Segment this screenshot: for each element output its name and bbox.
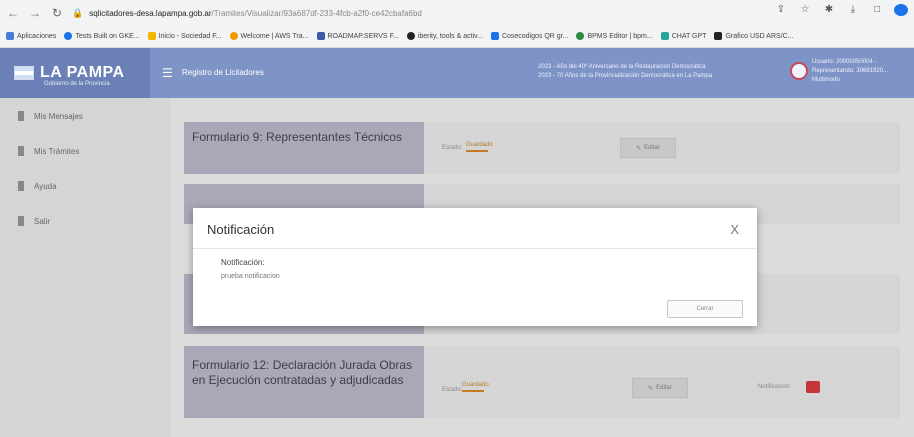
bookmark-icon <box>490 32 499 40</box>
close-icon[interactable]: X <box>730 222 739 237</box>
flag-icon <box>14 66 34 80</box>
form-title: Formulario 9: Representantes Técnicos <box>192 130 402 144</box>
logo[interactable]: LA PAMPA Gobierno de la Provincia <box>0 48 150 98</box>
bookmark-icon <box>406 32 415 40</box>
notification-icon[interactable] <box>806 381 820 393</box>
bookmark-item[interactable]: Tests Built on GKE... <box>64 32 140 40</box>
bookmarks-bar: Aplicaciones Tests Built on GKE... Inici… <box>0 26 914 46</box>
form-card: Formulario 12: Declaración Jurada Obras … <box>184 346 900 418</box>
bookmark-item[interactable]: Inicio - Sociedad F... <box>147 32 222 40</box>
anniversary-text: 2023 - Año del 40º Aniversario de la Res… <box>538 64 713 79</box>
bookmark-item[interactable]: Grafico USD ARS/C... <box>714 32 794 40</box>
modal-title: Notificación <box>207 222 275 237</box>
logo-text: LA PAMPA <box>40 64 125 81</box>
bookmark-apps[interactable]: Aplicaciones <box>6 32 56 40</box>
bookmark-item[interactable]: CHAT GPT <box>660 32 706 40</box>
bookmark-icon <box>147 32 156 40</box>
download-icon[interactable]: ⤓ <box>846 4 860 16</box>
bookmark-icon <box>714 32 723 40</box>
notification-field-label: Notificación: <box>221 258 265 267</box>
bookmark-icon <box>660 32 669 40</box>
bookmark-icon <box>229 32 238 40</box>
form-title-cell: Formulario 9: Representantes Técnicos <box>184 122 424 174</box>
apps-grid-icon <box>6 32 14 40</box>
sidebar-item-ayuda[interactable]: Ayuda <box>0 176 170 196</box>
status-value: Guardado <box>466 142 493 148</box>
sidebar-item-tramites[interactable]: Mis Trámites <box>0 141 170 161</box>
bookmark-item[interactable]: iberity, tools & activ... <box>406 32 483 40</box>
bookmark-item[interactable]: BPMS Editor | bpm... <box>576 32 653 40</box>
logo-subtitle: Gobierno de la Provincia <box>44 81 110 87</box>
dollar-icon <box>18 111 24 121</box>
sidebar-item-label: Ayuda <box>34 181 57 191</box>
status-bar <box>466 150 488 152</box>
user-avatar-icon[interactable] <box>790 62 808 80</box>
sidebar-item-mensajes[interactable]: Mis Mensajes <box>0 106 170 126</box>
form-card: Formulario 9: Representantes Técnicos Es… <box>184 122 900 174</box>
dollar-icon <box>18 146 24 156</box>
sidebar-item-salir[interactable]: Salir <box>0 211 170 231</box>
notification-modal: Notificación X Notificación: prueba noti… <box>193 208 757 326</box>
bookmark-item[interactable]: ROADMAP.SERVS F... <box>316 32 399 40</box>
dollar-icon <box>18 181 24 191</box>
app-title: Registro de Licitadores <box>182 68 264 77</box>
status-label: Estado: <box>442 145 463 151</box>
sidebar-item-label: Salir <box>34 216 51 226</box>
notification-label: Notificación: <box>758 384 791 390</box>
reload-icon[interactable]: ↻ <box>48 4 66 22</box>
bookmark-icon <box>64 32 73 40</box>
modal-divider <box>193 248 757 249</box>
sidebar: Mis Mensajes Mis Trámites Ayuda Salir <box>0 98 170 437</box>
browser-chrome: ← → ↻ 🔒 sqlicitadores-desa.lapampa.gob.a… <box>0 0 914 48</box>
edit-button[interactable]: ✎ Editar <box>632 378 688 398</box>
sidebar-item-label: Mis Trámites <box>34 146 80 156</box>
pencil-icon: ✎ <box>648 385 654 392</box>
bookmark-icon <box>316 32 325 40</box>
notification-field-value: prueba notificacion <box>221 273 280 280</box>
edit-button[interactable]: ✎ Editar <box>620 138 676 158</box>
bookmark-item[interactable]: Cosecodigos QR gr... <box>490 32 568 40</box>
form-title-cell: Formulario 12: Declaración Jurada Obras … <box>184 346 424 418</box>
status-label: Estado: <box>442 387 463 393</box>
user-info: Usuario: 20000050004 - Representando: 30… <box>812 59 889 83</box>
back-icon[interactable]: ← <box>4 4 22 22</box>
extensions-icon[interactable]: ✱ <box>822 4 836 16</box>
lock-icon: 🔒 <box>72 7 84 18</box>
pencil-icon: ✎ <box>636 145 642 152</box>
address-bar[interactable]: 🔒 sqlicitadores-desa.lapampa.gob.ar /Tra… <box>72 4 772 22</box>
dollar-icon <box>18 216 24 226</box>
status-bar <box>462 390 484 392</box>
menu-icon[interactable]: ☰ <box>162 66 173 80</box>
app-header: LA PAMPA Gobierno de la Provincia ☰ Regi… <box>0 48 914 98</box>
window-icon[interactable]: □ <box>870 4 884 16</box>
status-value: Guardado <box>462 382 489 388</box>
bookmark-icon <box>576 32 585 40</box>
url-path: /Tramites/Visualizar/93a687df-233-4fcb-a… <box>211 8 422 18</box>
close-button[interactable]: Cerrar <box>667 300 743 318</box>
profile-icon[interactable] <box>894 4 908 16</box>
url-host: sqlicitadores-desa.lapampa.gob.ar <box>89 8 212 18</box>
browser-actions: ⇪ ☆ ✱ ⤓ □ <box>774 4 908 16</box>
form-title: Formulario 12: Declaración Jurada Obras … <box>192 358 413 387</box>
sidebar-item-label: Mis Mensajes <box>34 111 83 121</box>
forward-icon[interactable]: → <box>26 4 44 22</box>
star-icon[interactable]: ☆ <box>798 4 812 16</box>
bookmark-item[interactable]: Welcome | AWS Tra... <box>229 32 309 40</box>
share-icon[interactable]: ⇪ <box>774 4 788 16</box>
